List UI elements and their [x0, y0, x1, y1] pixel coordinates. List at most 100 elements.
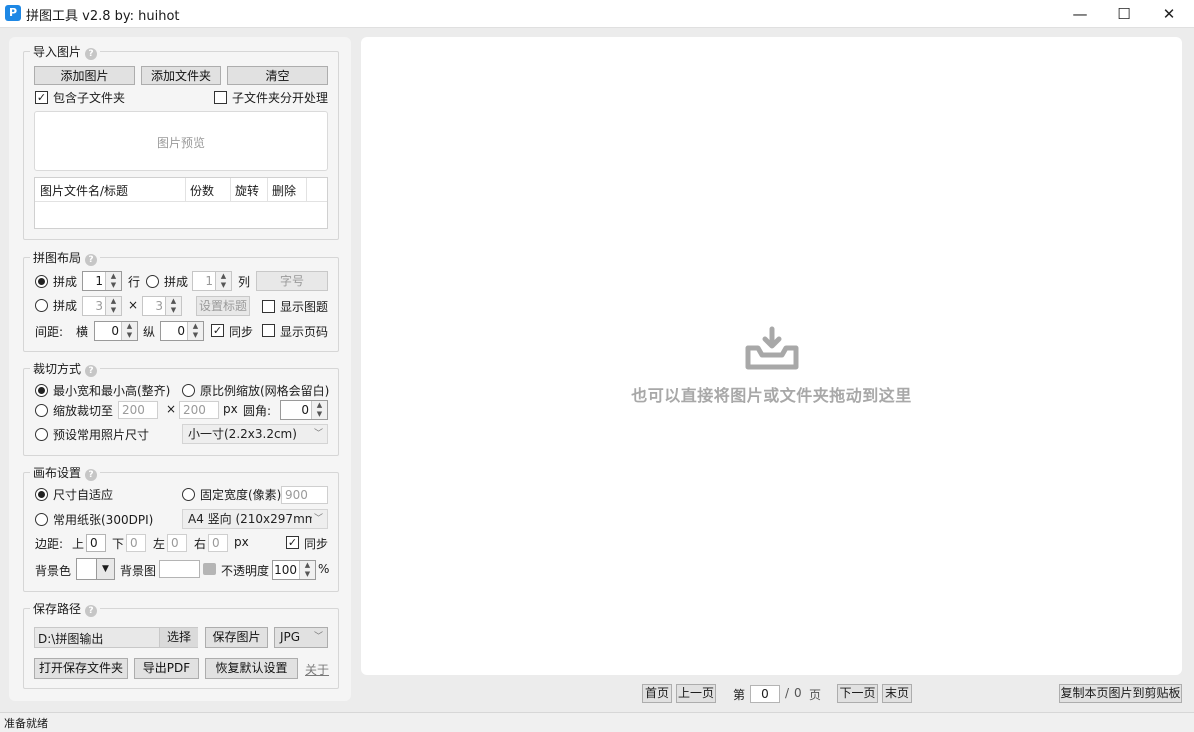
stepper-arrows-icon[interactable]: ▲ ▼ [105, 297, 121, 315]
crop-px-label: px [223, 402, 238, 416]
chevron-down-icon: ﹀ [313, 429, 323, 439]
table-header: 图片文件名/标题 份数 旋转 删除 [35, 178, 327, 202]
margin-top-input[interactable]: 0 [86, 534, 106, 552]
crop-min-radio[interactable] [35, 384, 48, 397]
choose-button[interactable]: 选择 [159, 628, 198, 647]
canvas-fixed-radio[interactable] [182, 488, 195, 501]
restore-defaults-button[interactable]: 恢复默认设置 [205, 658, 298, 679]
help-icon[interactable]: ? [85, 365, 98, 377]
help-icon[interactable]: ? [85, 469, 98, 481]
margin-sync-checkbox[interactable]: ✓ [286, 536, 299, 549]
page-total: 0 [794, 686, 802, 700]
margin-bottom-input[interactable]: 0 [126, 534, 146, 552]
prev-page-button[interactable]: 上一页 [676, 684, 716, 703]
subfolder-separate-checkbox[interactable] [214, 91, 227, 104]
margin-right-input[interactable]: 0 [208, 534, 228, 552]
paper-size-select[interactable]: A4 竖向 (210x297mm) ﹀ [182, 509, 328, 529]
save-path-field[interactable]: D:\拼图输出 选择 [34, 627, 198, 648]
about-link[interactable]: 关于 [305, 661, 329, 678]
page-suffix: 页 [809, 688, 822, 702]
save-image-button[interactable]: 保存图片 [205, 627, 268, 648]
grid-a-stepper[interactable]: 3 ▲ ▼ [82, 296, 122, 316]
stepper-arrows-icon[interactable]: ▲ ▼ [215, 272, 231, 290]
cols-stepper[interactable]: 1 ▲ ▼ [192, 271, 232, 291]
radius-label: 圆角: [243, 404, 272, 418]
export-pdf-button[interactable]: 导出PDF [134, 658, 199, 679]
first-page-button[interactable]: 首页 [642, 684, 672, 703]
vertical-spacing-stepper[interactable]: 0 ▲ ▼ [160, 321, 204, 341]
layout-rows-radio[interactable] [35, 275, 48, 288]
column-header[interactable]: 旋转 [235, 182, 259, 199]
column-header[interactable]: 图片文件名/标题 [40, 182, 128, 199]
crop-ratio-radio[interactable] [182, 384, 195, 397]
help-icon[interactable]: ? [85, 48, 98, 60]
chevron-down-icon[interactable]: ▼ [96, 559, 114, 579]
open-folder-button[interactable]: 打开保存文件夹 [34, 658, 128, 679]
column-header[interactable]: 份数 [190, 182, 214, 199]
show-title-checkbox[interactable] [262, 300, 275, 313]
grid-b-stepper[interactable]: 3 ▲ ▼ [142, 296, 182, 316]
show-page-number-checkbox[interactable] [262, 324, 275, 337]
format-select[interactable]: JPG ﹀ [274, 627, 328, 648]
last-page-button[interactable]: 末页 [882, 684, 912, 703]
layout-group: 拼图布局? 拼成 1 ▲ ▼ 行 拼成 1 ▲ ▼ 列 字号 拼成 3 ▲ ▼ × 3 ▲ ▼ … [23, 249, 339, 352]
font-size-button[interactable]: 字号 [256, 271, 328, 291]
maximize-button[interactable]: ☐ [1101, 0, 1147, 28]
radius-stepper[interactable]: 0 ▲ ▼ [280, 400, 328, 420]
help-icon[interactable]: ? [85, 254, 98, 266]
margin-top-label: 上 [72, 537, 85, 551]
canvas-auto-radio[interactable] [35, 488, 48, 501]
layout-cols-radio[interactable] [146, 275, 159, 288]
rows-stepper[interactable]: 1 ▲ ▼ [82, 271, 122, 291]
bg-color-picker[interactable]: ▼ [76, 558, 115, 580]
minimize-button[interactable]: — [1057, 0, 1103, 28]
opacity-stepper[interactable]: 100 ▲ ▼ [272, 560, 316, 580]
layout-group-title: 拼图布局? [30, 249, 101, 266]
chevron-down-icon: ﹀ [311, 510, 323, 528]
image-preview-box: 图片预览 [34, 111, 328, 171]
status-bar: 准备就绪 [0, 712, 1194, 732]
clear-button[interactable]: 清空 [227, 66, 328, 85]
margin-left-input[interactable]: 0 [167, 534, 187, 552]
next-page-button[interactable]: 下一页 [837, 684, 878, 703]
bg-image-label: 背景图 [120, 564, 157, 578]
photo-size-select[interactable]: 小一寸(2.2x3.2cm) ﹀ [182, 424, 328, 444]
drop-hint: 也可以直接将图片或文件夹拖动到这里 [631, 386, 912, 405]
margin-sync-label: 同步 [304, 537, 329, 551]
copy-to-clipboard-button[interactable]: 复制本页图片到剪贴板 [1059, 684, 1182, 703]
set-title-button[interactable]: 设置标题 [196, 296, 250, 316]
stepper-arrows-icon[interactable]: ▲ ▼ [121, 322, 137, 340]
stepper-arrows-icon[interactable]: ▲ ▼ [299, 561, 315, 579]
bg-image-input[interactable] [159, 560, 200, 578]
add-folder-button[interactable]: 添加文件夹 [141, 66, 221, 85]
horizontal-spacing-stepper[interactable]: 0 ▲ ▼ [94, 321, 138, 341]
preview-canvas[interactable] [361, 37, 1182, 675]
stepper-arrows-icon[interactable]: ▲ ▼ [165, 297, 181, 315]
crop-group: 裁切方式? 最小宽和最小高(整齐) 原比例缩放(网格会留白) 缩放裁切至 200… [23, 360, 339, 456]
fixed-width-input[interactable]: 900 [281, 486, 328, 504]
spacing-sync-checkbox[interactable]: ✓ [211, 324, 224, 337]
stepper-arrows-icon[interactable]: ▲ ▼ [311, 401, 327, 419]
crop-photo-radio[interactable] [35, 428, 48, 441]
close-button[interactable]: ✕ [1146, 0, 1192, 28]
status-text: 准备就绪 [4, 717, 48, 730]
opacity-label: 不透明度 [221, 564, 270, 578]
crop-width-input[interactable]: 200 [118, 401, 158, 419]
canvas-paper-radio[interactable] [35, 513, 48, 526]
image-icon[interactable] [203, 563, 216, 575]
layout-cols-label: 拼成 [164, 275, 189, 289]
include-subfolders-checkbox[interactable]: ✓ [35, 91, 48, 104]
stepper-arrows-icon[interactable]: ▲ ▼ [187, 322, 203, 340]
page-number-input[interactable]: 0 [750, 685, 780, 703]
column-header[interactable]: 删除 [272, 182, 296, 199]
image-file-table[interactable]: 图片文件名/标题 份数 旋转 删除 [34, 177, 328, 229]
crop-height-input[interactable]: 200 [179, 401, 219, 419]
layout-grid-radio[interactable] [35, 299, 48, 312]
add-image-button[interactable]: 添加图片 [34, 66, 135, 85]
crop-scale-radio[interactable] [35, 404, 48, 417]
title-bar: P 拼图工具 v2.8 by: huihot — ☐ ✕ [0, 0, 1194, 28]
help-icon[interactable]: ? [85, 605, 98, 617]
horizontal-label: 横 [76, 325, 89, 339]
stepper-arrows-icon[interactable]: ▲ ▼ [105, 272, 121, 290]
canvas-paper-label: 常用纸张(300DPI) [53, 513, 154, 527]
